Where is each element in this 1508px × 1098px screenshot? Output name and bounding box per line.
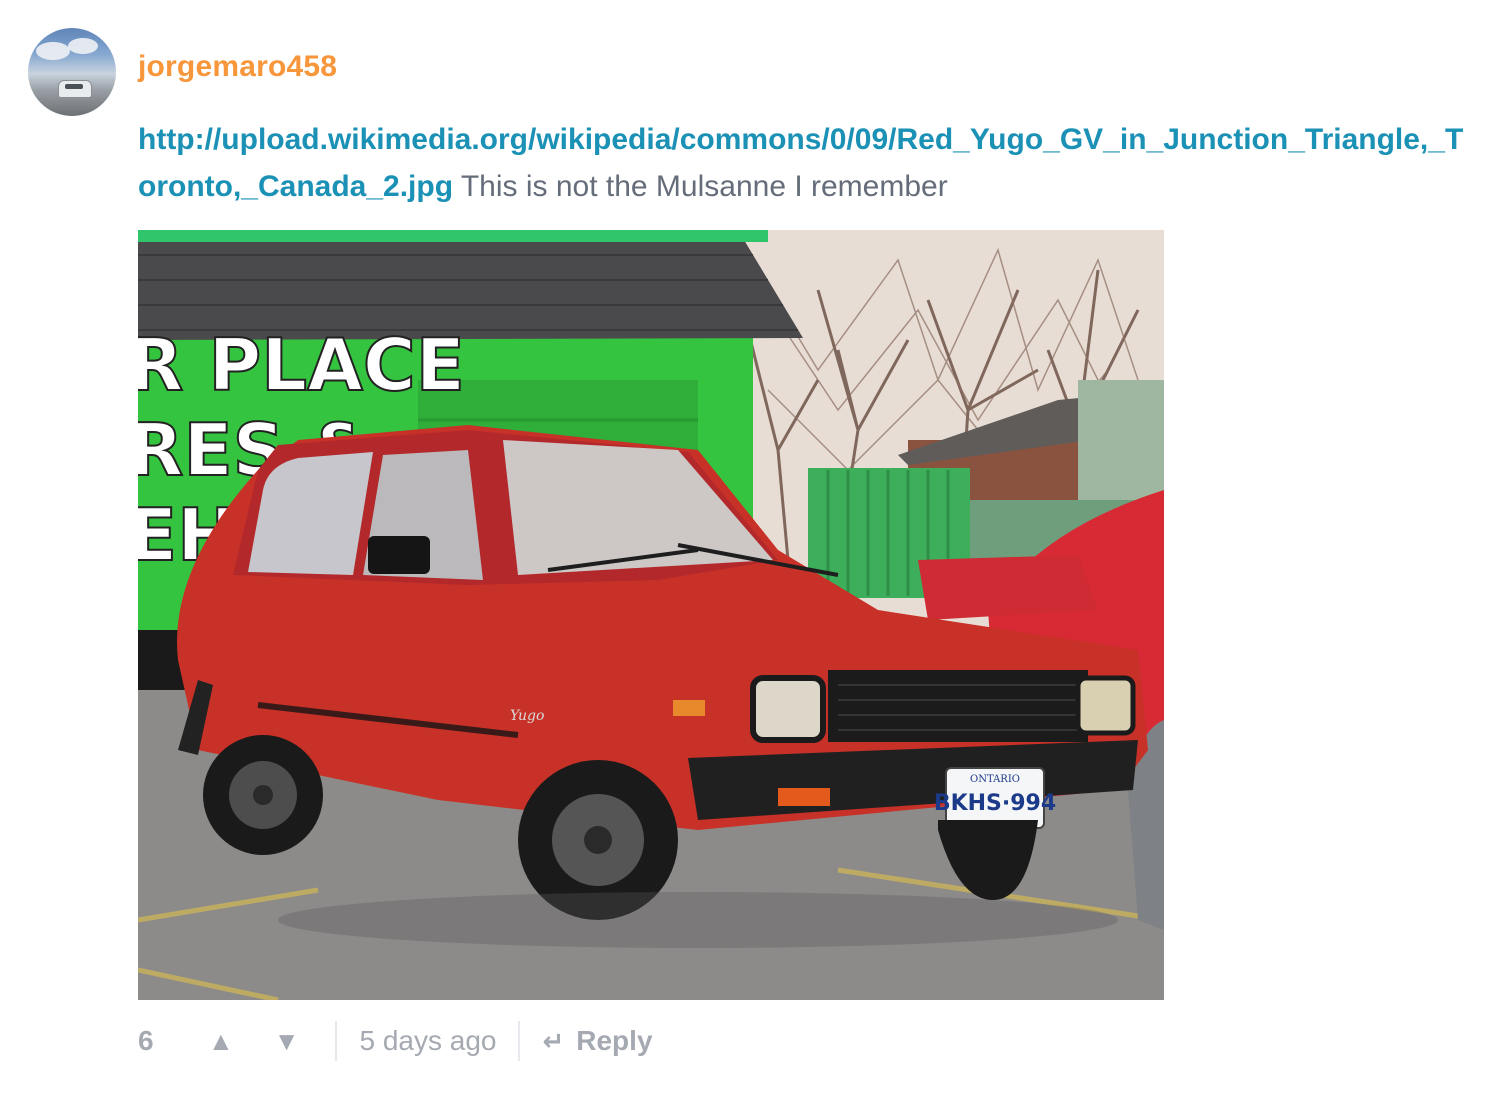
footer-divider [335,1021,338,1061]
username-link[interactable]: jorgemaro458 [138,50,337,84]
comment-text: This is not the Mulsanne I remember [453,170,948,203]
upvote-icon[interactable]: ▲ [208,1026,234,1057]
vote-count: 6 [138,1025,154,1056]
embedded-car-photo[interactable]: R PLACE RES & EHICLE [138,230,1164,1000]
reply-label: Reply [576,1025,653,1056]
comment-body: http://upload.wikimedia.org/wikipedia/co… [138,116,1478,210]
plate-province: ONTARIO [970,774,1020,785]
comment-footer: 6 ▲ ▼ 5 days ago ↵ Reply [138,1018,653,1064]
downvote-icon[interactable]: ▼ [274,1026,300,1057]
reply-arrow-icon: ↵ [542,1025,565,1056]
comment: jorgemaro458 http://upload.wikimedia.org… [0,0,1508,1098]
avatar-car [58,80,92,98]
avatar-cloud [36,42,70,60]
footer-divider [518,1021,521,1061]
plate-number: BKHS·994 [934,791,1056,816]
car-badge: Yugo [510,708,544,724]
reply-button[interactable]: ↵ Reply [542,1025,652,1057]
avatar-cloud [68,38,98,54]
user-avatar[interactable] [28,28,116,116]
comment-timestamp[interactable]: 5 days ago [359,1025,496,1057]
sign-text-line1: R PLACE [138,323,465,407]
